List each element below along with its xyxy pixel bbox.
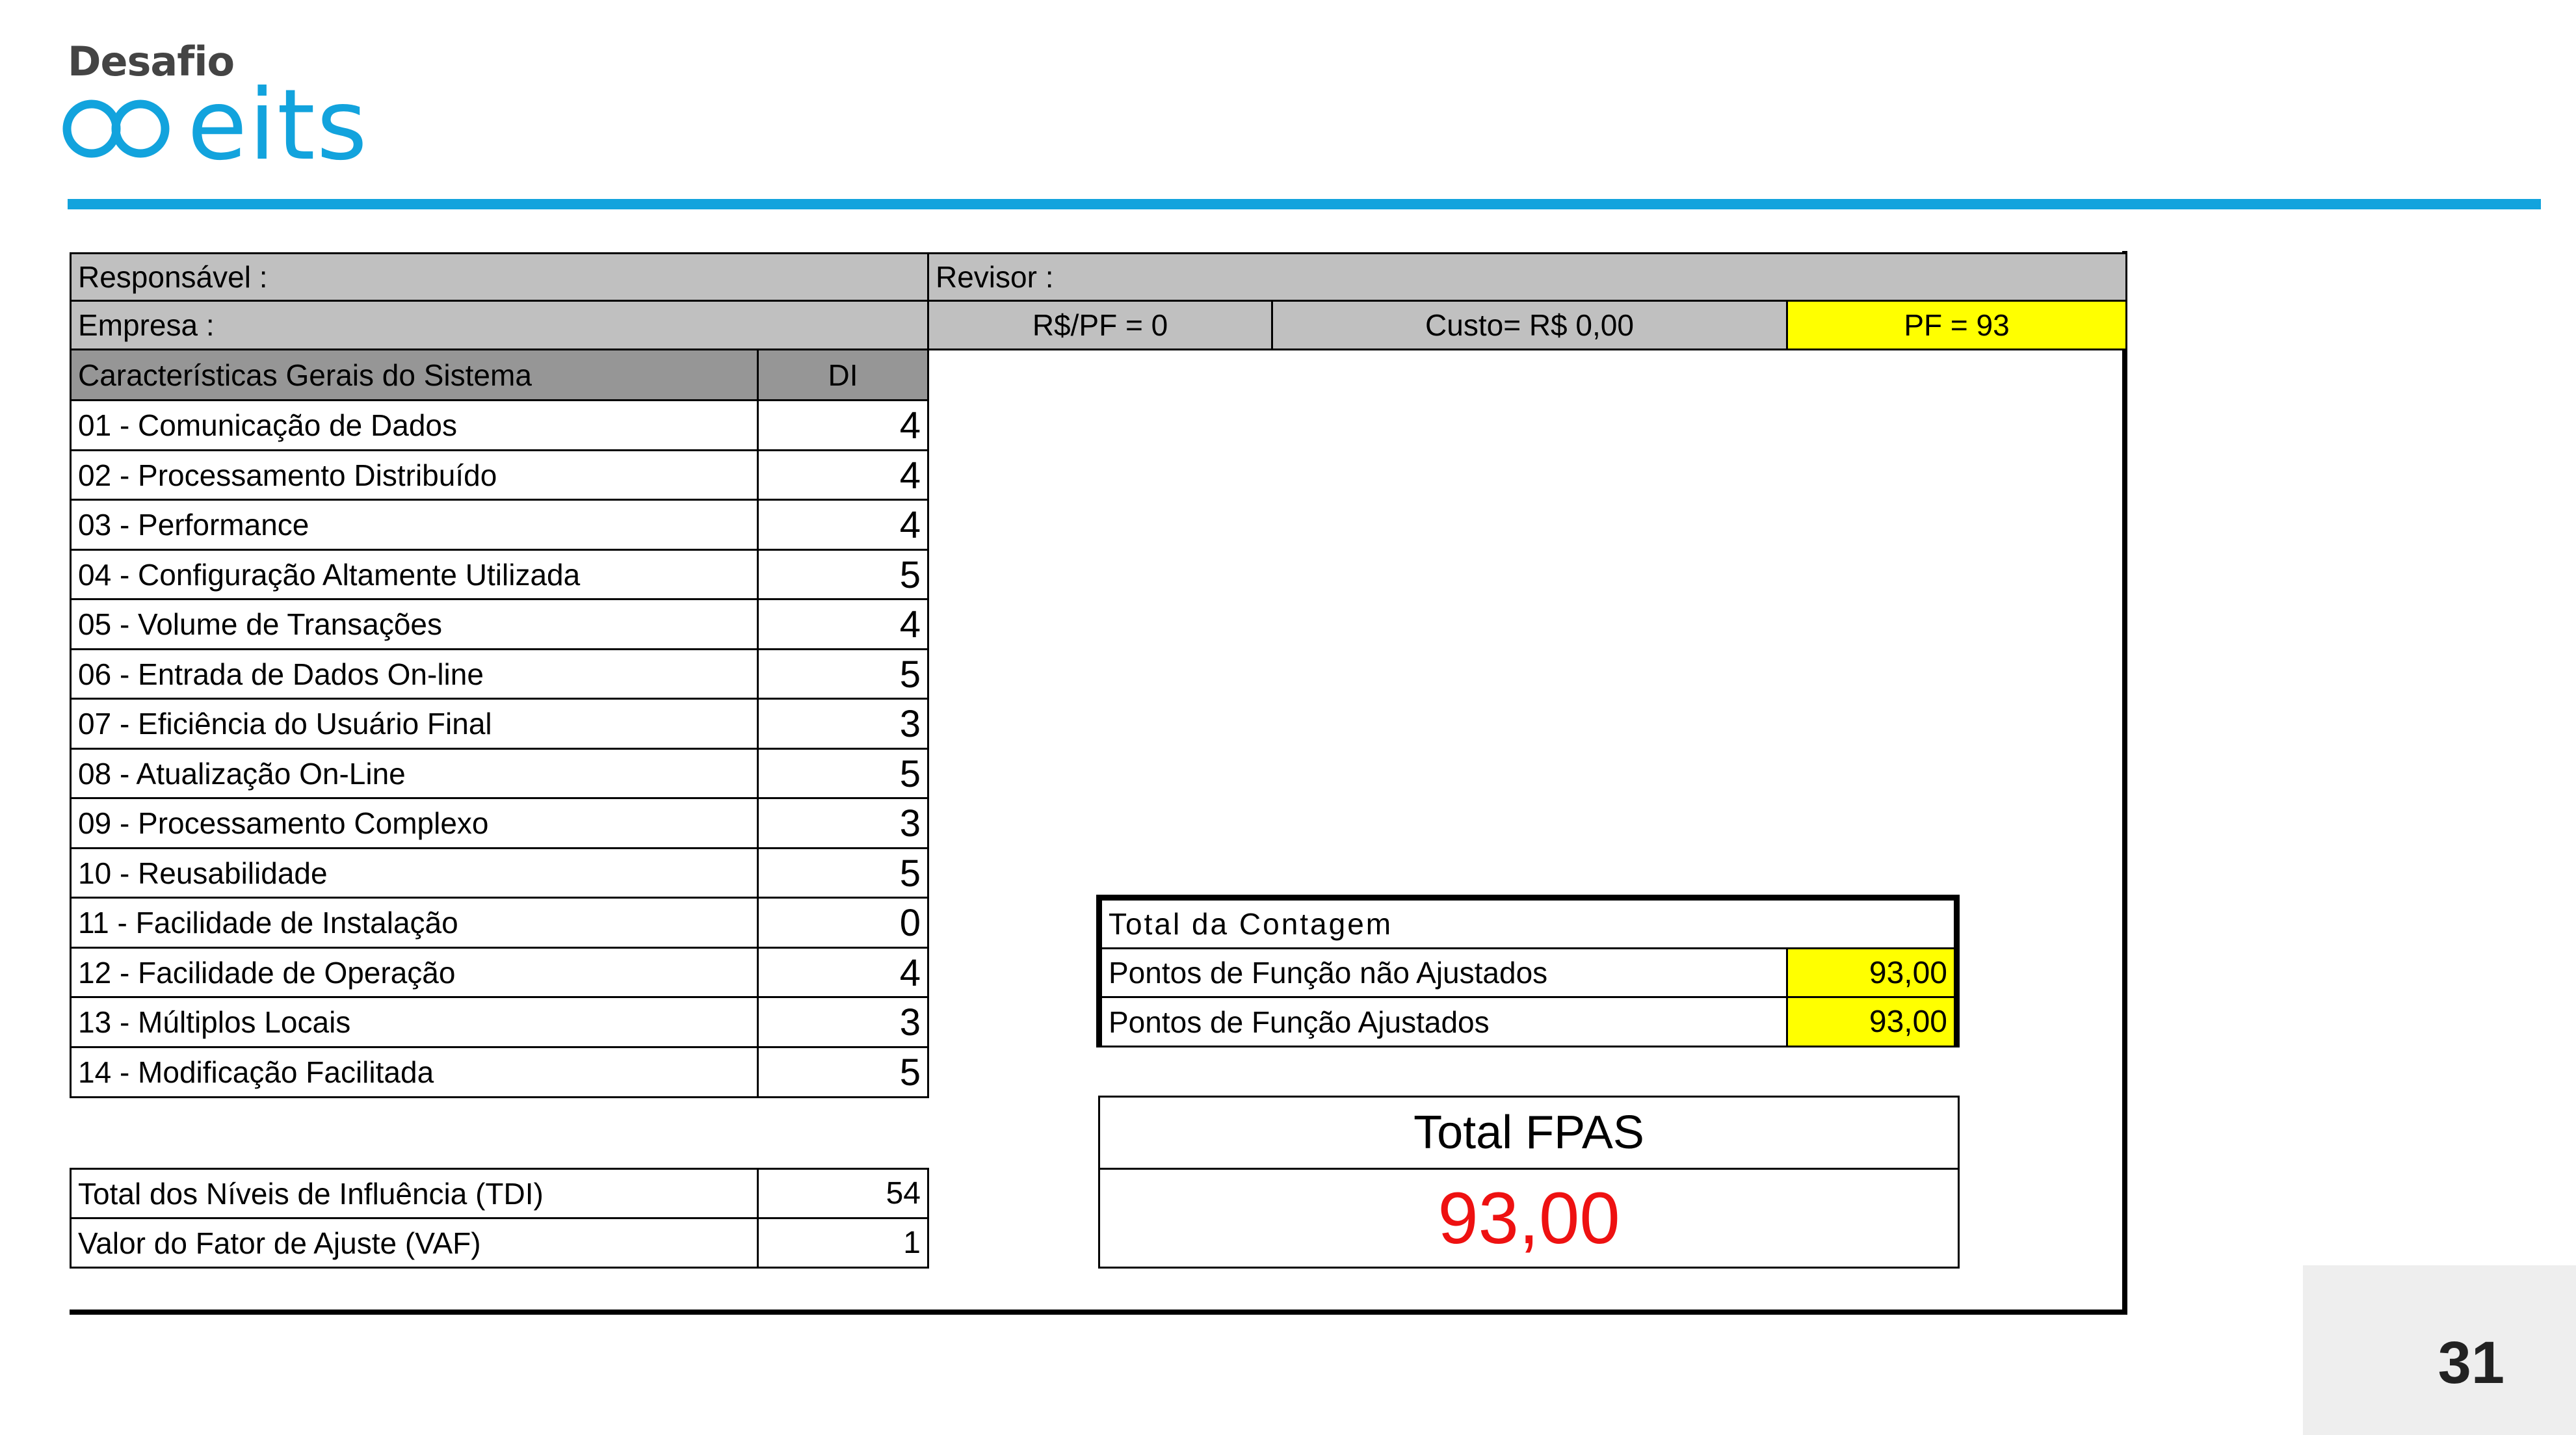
responsavel-cell: Responsável : <box>70 252 929 302</box>
nao-ajustados-label: Pontos de Função não Ajustados <box>1100 947 1788 998</box>
page-number-box: 31 <box>2303 1265 2576 1435</box>
gsc-item-label: 12 - Facilidade de Operação <box>70 947 759 999</box>
gsc-item-label: 09 - Processamento Complexo <box>70 797 759 849</box>
page-number: 31 <box>2438 1330 2504 1396</box>
gsc-item-value: 4 <box>757 449 929 501</box>
gsc-item-value: 3 <box>757 797 929 849</box>
tdi-value: 54 <box>757 1168 929 1219</box>
gsc-item-value: 5 <box>757 549 929 601</box>
ajustados-value: 93,00 <box>1786 996 1956 1047</box>
gsc-item-label: 10 - Reusabilidade <box>70 847 759 899</box>
rs-pf-cell: R$/PF = 0 <box>927 300 1273 350</box>
gsc-item-value: 4 <box>757 947 929 999</box>
fpas-title: Total FPAS <box>1098 1096 1960 1170</box>
gsc-item-label: 11 - Facilidade de Instalação <box>70 897 759 949</box>
gsc-item-value: 4 <box>757 598 929 650</box>
fpas-value: 93,00 <box>1098 1168 1960 1269</box>
brand-word: eits <box>187 69 369 182</box>
gsc-item-value: 5 <box>757 748 929 800</box>
pf-cell: PF = 93 <box>1786 300 2127 350</box>
gsc-item-value: 5 <box>757 648 929 700</box>
gsc-item-value: 4 <box>757 499 929 551</box>
gsc-item-value: 3 <box>757 996 929 1048</box>
gsc-item-value: 5 <box>757 1046 929 1098</box>
gsc-item-value: 0 <box>757 897 929 949</box>
header-rule <box>68 199 2541 209</box>
nao-ajustados-value: 93,00 <box>1786 947 1956 998</box>
ajustados-label: Pontos de Função Ajustados <box>1100 996 1788 1047</box>
di-header: DI <box>757 349 929 401</box>
gsc-item-label: 04 - Configuração Altamente Utilizada <box>70 549 759 601</box>
brand-logo: eits <box>62 77 369 174</box>
tdi-label: Total dos Níveis de Influência (TDI) <box>70 1168 759 1219</box>
gsc-item-value: 4 <box>757 399 929 451</box>
revisor-cell: Revisor : <box>927 252 2127 302</box>
gsc-item-label: 08 - Atualização On-Line <box>70 748 759 800</box>
vaf-value: 1 <box>757 1217 929 1269</box>
gsc-item-label: 03 - Performance <box>70 499 759 551</box>
infinity-icon <box>62 99 170 158</box>
gsc-item-label: 01 - Comunicação de Dados <box>70 399 759 451</box>
gsc-item-label: 07 - Eficiência do Usuário Final <box>70 698 759 750</box>
gsc-item-label: 02 - Processamento Distribuído <box>70 449 759 501</box>
vaf-label: Valor do Fator de Ajuste (VAF) <box>70 1217 759 1269</box>
gsc-header: Características Gerais do Sistema <box>70 349 759 401</box>
gsc-item-value: 5 <box>757 847 929 899</box>
gsc-item-label: 13 - Múltiplos Locais <box>70 996 759 1048</box>
gsc-item-label: 05 - Volume de Transações <box>70 598 759 650</box>
empresa-cell: Empresa : <box>70 300 929 350</box>
contagem-title: Total da Contagem <box>1100 899 1956 949</box>
custo-cell: Custo= R$ 0,00 <box>1271 300 1788 350</box>
gsc-item-label: 06 - Entrada de Dados On-line <box>70 648 759 700</box>
gsc-item-label: 14 - Modificação Facilitada <box>70 1046 759 1098</box>
gsc-item-value: 3 <box>757 698 929 750</box>
